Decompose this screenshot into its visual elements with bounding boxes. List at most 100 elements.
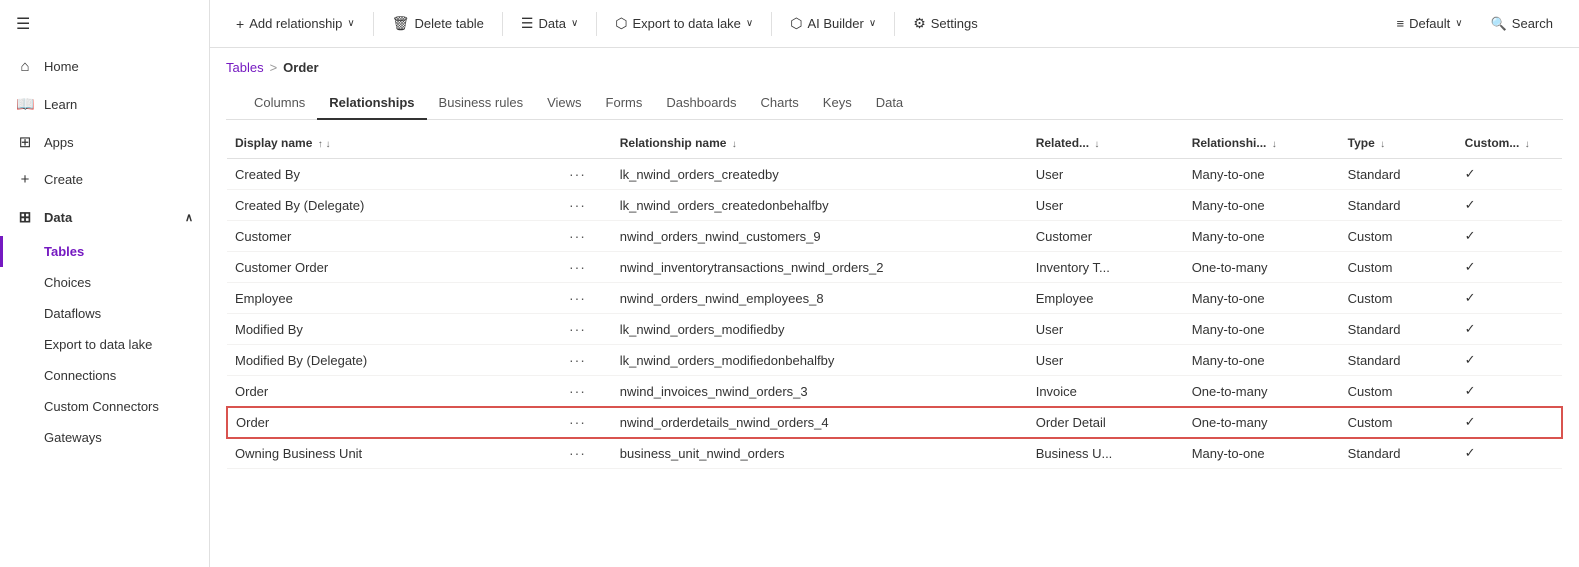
default-button[interactable]: ≡ Default ∨: [1386, 11, 1472, 36]
table-row[interactable]: Customer···nwind_orders_nwind_customers_…: [227, 221, 1562, 252]
search-label: Search: [1512, 16, 1553, 31]
col-header-dots: [565, 128, 612, 159]
tab-views[interactable]: Views: [535, 87, 593, 120]
sidebar-item-create[interactable]: + Create: [0, 161, 209, 198]
search-button[interactable]: 🔍 Search: [1481, 11, 1563, 37]
tab-columns[interactable]: Columns: [242, 87, 317, 120]
relationships-table: Display name ↑ ↓ Relationship name ↓ Rel…: [226, 128, 1563, 469]
sidebar-sub-item-choices[interactable]: Choices: [0, 267, 209, 298]
table-cell: Inventory T...: [1028, 252, 1184, 283]
table-cell: nwind_orders_nwind_customers_9: [612, 221, 1028, 252]
sidebar-item-apps[interactable]: ⊞ Apps: [0, 123, 209, 161]
tab-business-rules[interactable]: Business rules: [427, 87, 536, 120]
ai-chevron-icon: ∨: [869, 18, 876, 29]
connections-label: Connections: [44, 368, 116, 383]
table-cell: Custom: [1340, 407, 1457, 438]
row-dots-button[interactable]: ···: [565, 221, 612, 252]
choices-label: Choices: [44, 275, 91, 290]
table-row[interactable]: Employee···nwind_orders_nwind_employees_…: [227, 283, 1562, 314]
table-cell: Invoice: [1028, 376, 1184, 407]
search-icon: 🔍: [1491, 16, 1507, 32]
sidebar-sub-item-custom-connectors[interactable]: Custom Connectors: [0, 391, 209, 422]
table-cell: lk_nwind_orders_createdby: [612, 159, 1028, 190]
tab-charts[interactable]: Charts: [749, 87, 811, 120]
sort-icon: ↓: [1525, 139, 1530, 150]
tab-forms[interactable]: Forms: [594, 87, 655, 120]
table-cell: ✓: [1457, 221, 1562, 252]
table-cell: User: [1028, 190, 1184, 221]
table-cell: Employee: [227, 283, 565, 314]
sidebar-sub-item-dataflows[interactable]: Dataflows: [0, 298, 209, 329]
data-toolbar-icon: ☰: [521, 15, 534, 32]
filter-icon: ≡: [1396, 16, 1404, 31]
sidebar-sub-item-tables[interactable]: Tables: [0, 236, 209, 267]
row-dots-button[interactable]: ···: [565, 159, 612, 190]
table-row[interactable]: Created By···lk_nwind_orders_createdbyUs…: [227, 159, 1562, 190]
table-row[interactable]: Modified By···lk_nwind_orders_modifiedby…: [227, 314, 1562, 345]
row-dots-button[interactable]: ···: [565, 252, 612, 283]
data-icon: ⊞: [16, 208, 34, 226]
settings-button[interactable]: ⚙ Settings: [903, 10, 988, 37]
data-button[interactable]: ☰ Data ∨: [511, 10, 588, 37]
table-cell: Created By: [227, 159, 565, 190]
ai-builder-button[interactable]: ⬡ AI Builder ∨: [780, 10, 886, 37]
table-row[interactable]: Modified By (Delegate)···lk_nwind_orders…: [227, 345, 1562, 376]
tab-dashboards[interactable]: Dashboards: [654, 87, 748, 120]
table-cell: Many-to-one: [1184, 221, 1340, 252]
col-header-custom[interactable]: Custom... ↓: [1457, 128, 1562, 159]
data-label: Data: [538, 16, 565, 31]
tab-relationships[interactable]: Relationships: [317, 87, 426, 120]
sidebar-item-learn[interactable]: 📖 Learn: [0, 85, 209, 123]
table-cell: Standard: [1340, 438, 1457, 469]
sidebar-item-home[interactable]: ⌂ Home: [0, 48, 209, 85]
toolbar: + Add relationship ∨ 🗑 Delete table ☰ Da…: [210, 0, 1579, 48]
breadcrumb-parent[interactable]: Tables: [226, 60, 264, 75]
sidebar-sub-item-export[interactable]: Export to data lake: [0, 329, 209, 360]
col-header-relationship-name[interactable]: Relationship name ↓: [612, 128, 1028, 159]
row-dots-button[interactable]: ···: [565, 438, 612, 469]
col-header-display-name[interactable]: Display name ↑ ↓: [227, 128, 565, 159]
sidebar-item-label: Apps: [44, 135, 74, 150]
table-cell: nwind_inventorytransactions_nwind_orders…: [612, 252, 1028, 283]
toolbar-right: ≡ Default ∨ 🔍 Search: [1386, 11, 1563, 37]
sort-icon: ↓: [1380, 139, 1385, 150]
tab-data[interactable]: Data: [864, 87, 915, 120]
sidebar: ☰ ⌂ Home 📖 Learn ⊞ Apps + Create ⊞ Data …: [0, 0, 210, 567]
sidebar-sub-item-connections[interactable]: Connections: [0, 360, 209, 391]
breadcrumb: Tables > Order: [226, 60, 1563, 75]
table-row[interactable]: Customer Order···nwind_inventorytransact…: [227, 252, 1562, 283]
toolbar-separator-3: [596, 12, 597, 36]
sidebar-item-label: Create: [44, 172, 83, 187]
sort-icon: ↓: [1094, 139, 1099, 150]
breadcrumb-current: Order: [283, 60, 318, 75]
table-row[interactable]: Order···nwind_invoices_nwind_orders_3Inv…: [227, 376, 1562, 407]
col-header-type[interactable]: Type ↓: [1340, 128, 1457, 159]
export-button[interactable]: ⬡ Export to data lake ∨: [605, 10, 763, 37]
sidebar-item-label: Data: [44, 210, 72, 225]
table-cell: Many-to-one: [1184, 345, 1340, 376]
hamburger-menu[interactable]: ☰: [0, 0, 209, 48]
delete-table-label: Delete table: [415, 16, 484, 31]
table-cell: Custom: [1340, 283, 1457, 314]
row-dots-button[interactable]: ···: [565, 345, 612, 376]
toolbar-separator-2: [502, 12, 503, 36]
row-dots-button[interactable]: ···: [565, 190, 612, 221]
col-header-related[interactable]: Related... ↓: [1028, 128, 1184, 159]
table-row[interactable]: Owning Business Unit···business_unit_nwi…: [227, 438, 1562, 469]
tables-label: Tables: [44, 244, 84, 259]
table-cell: Owning Business Unit: [227, 438, 565, 469]
sidebar-item-data[interactable]: ⊞ Data ∧: [0, 198, 209, 236]
dataflows-label: Dataflows: [44, 306, 101, 321]
table-row[interactable]: Created By (Delegate)···lk_nwind_orders_…: [227, 190, 1562, 221]
table-row[interactable]: Order···nwind_orderdetails_nwind_orders_…: [227, 407, 1562, 438]
col-header-relationship-type[interactable]: Relationshi... ↓: [1184, 128, 1340, 159]
add-relationship-button[interactable]: + Add relationship ∨: [226, 11, 365, 37]
delete-table-button[interactable]: 🗑 Delete table: [382, 10, 494, 37]
row-dots-button[interactable]: ···: [565, 407, 612, 438]
table-cell: User: [1028, 345, 1184, 376]
row-dots-button[interactable]: ···: [565, 376, 612, 407]
tab-keys[interactable]: Keys: [811, 87, 864, 120]
row-dots-button[interactable]: ···: [565, 283, 612, 314]
row-dots-button[interactable]: ···: [565, 314, 612, 345]
sidebar-sub-item-gateways[interactable]: Gateways: [0, 422, 209, 453]
